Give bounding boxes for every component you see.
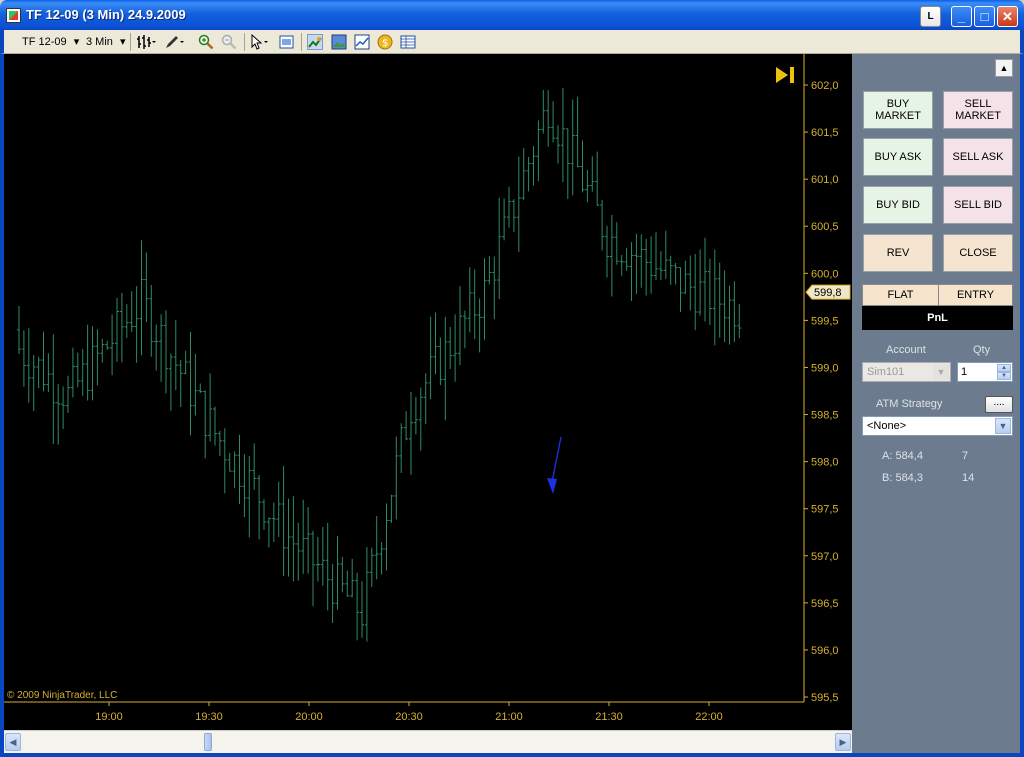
chevron-down-icon: ▾ [119,36,126,48]
qty-up-button[interactable]: ▲ [997,364,1011,372]
interval-selector[interactable]: 3 Min ▾ [86,33,126,51]
position-row: FLAT ENTRY [862,284,1013,306]
x-tick-label: 19:00 [95,711,123,723]
zoom-out-icon[interactable] [221,34,237,50]
y-tick-label: 595,5 [811,692,839,704]
x-tick-label: 19:30 [195,711,223,723]
toolbar: TF 12-09 ▾ 3 Min ▾ $ [0,30,1024,54]
y-tick-label: 596,0 [811,645,839,657]
horizontal-scrollbar[interactable]: ◀ ▶ [4,730,852,753]
chart-trader-icon[interactable] [307,34,323,50]
y-tick-label: 600,0 [811,268,839,280]
account-value: Sim101 [867,366,905,378]
y-tick-label: 598,5 [811,410,839,422]
x-tick-label: 21:00 [495,711,523,723]
atm-strategy-value: <None> [867,420,907,432]
window-frame [1020,54,1024,757]
y-tick-label: 596,5 [811,598,839,610]
collapse-panel-button[interactable]: ▲ [995,59,1013,77]
zoom-in-icon[interactable] [198,34,214,50]
close-position-button[interactable]: CLOSE [943,234,1013,272]
toolbar-separator [244,33,245,51]
account-select[interactable]: Sim101 ▼ [862,362,951,382]
ask-price: A: 584,4 [882,450,923,462]
y-tick-label: 597,5 [811,504,839,516]
maximize-button[interactable]: □ [974,6,995,27]
title-bar: TF 12-09 (3 Min) 24.9.2009 L _ □ ✕ [0,0,1024,30]
data-box-icon[interactable] [400,34,416,50]
x-tick-label: 22:00 [695,711,723,723]
instrument-selector[interactable]: TF 12-09 ▾ [22,33,79,51]
interval-label: 3 Min [86,36,113,48]
bid-size: 14 [962,472,975,484]
y-tick-label: 599,5 [811,315,839,327]
position-status: FLAT [863,285,939,305]
atm-strategy-select[interactable]: <None> ▼ [862,416,1013,436]
reverse-button[interactable]: REV [863,234,933,272]
y-tick-label: 602,0 [811,80,839,92]
pnl-display: PnL [862,306,1013,330]
sell-bid-button[interactable]: SELL BID [943,186,1013,224]
y-tick-label: 601,5 [811,127,839,139]
atm-config-button[interactable]: .... [985,396,1013,413]
sell-market-button[interactable]: SELL MARKET [943,91,1013,129]
quantity-field[interactable]: 1 ▲ ▼ [957,362,1013,382]
scroll-right-button[interactable]: ▶ [835,733,851,751]
price-chart[interactable]: 602,0 601,5 601,0 600,5 600,0 599,5 599,0 598,5… [4,54,852,730]
drawing-tool-icon[interactable] [164,34,184,50]
last-price-label: 599,8 [814,287,842,299]
app-icon[interactable] [6,8,21,23]
x-tick-label: 21:30 [595,711,623,723]
quantity-stepper[interactable]: ▲ ▼ [997,364,1011,380]
buy-market-button[interactable]: BUY MARKET [863,91,933,129]
strategy-icon[interactable]: $ [377,34,393,50]
entry-price: ENTRY [956,289,995,301]
properties-icon[interactable] [279,34,295,50]
x-tick-label: 20:30 [395,711,423,723]
indicators-icon[interactable] [354,34,370,50]
copyright-label: © 2009 NinjaTrader, LLC [7,690,118,701]
svg-text:$: $ [382,38,388,49]
bar-type-icon[interactable] [136,34,156,50]
chevron-down-icon: ▾ [73,36,80,48]
y-tick-label: 601,0 [811,174,839,186]
chevron-down-icon[interactable]: ▼ [933,364,949,380]
close-button[interactable]: ✕ [997,6,1018,27]
chart-canvas[interactable]: 602,0 601,5 601,0 600,5 600,0 599,5 599,0 598,5… [4,54,852,730]
toolbar-separator [301,33,302,51]
y-tick-label: 600,5 [811,221,839,233]
scroll-thumb[interactable] [204,733,212,751]
account-label: Account [886,344,926,356]
chart-trader-panel: ▲ BUY MARKET SELL MARKET BUY ASK SELL AS… [852,54,1020,753]
pointer-icon[interactable] [250,33,268,50]
arrow-annotation-head [547,478,557,494]
atm-strategy-label: ATM Strategy [876,398,943,410]
toolbar-separator [130,33,131,51]
ask-size: 7 [962,450,969,462]
y-tick-label: 597,0 [811,551,839,563]
link-button[interactable]: L [920,6,941,27]
buy-bid-button[interactable]: BUY BID [863,186,933,224]
sell-ask-button[interactable]: SELL ASK [943,138,1013,176]
instrument-label: TF 12-09 [22,36,67,48]
y-tick-label: 598,0 [811,457,839,469]
window-title: TF 12-09 (3 Min) 24.9.2009 [26,7,186,22]
arrow-annotation-line [551,436,562,483]
y-tick-label: 599,0 [811,362,839,374]
skip-to-end-icon[interactable] [776,67,794,83]
qty-value: 1 [961,366,968,378]
bid-price: B: 584,3 [882,472,923,484]
x-tick-label: 20:00 [295,711,323,723]
window-frame [0,753,1024,757]
minimize-button[interactable]: _ [951,6,972,27]
picture-icon[interactable] [331,34,347,50]
buy-ask-button[interactable]: BUY ASK [863,138,933,176]
scroll-left-button[interactable]: ◀ [5,733,21,751]
qty-down-button[interactable]: ▼ [997,372,1011,380]
qty-label: Qty [973,344,991,356]
chevron-down-icon[interactable]: ▼ [995,418,1011,434]
